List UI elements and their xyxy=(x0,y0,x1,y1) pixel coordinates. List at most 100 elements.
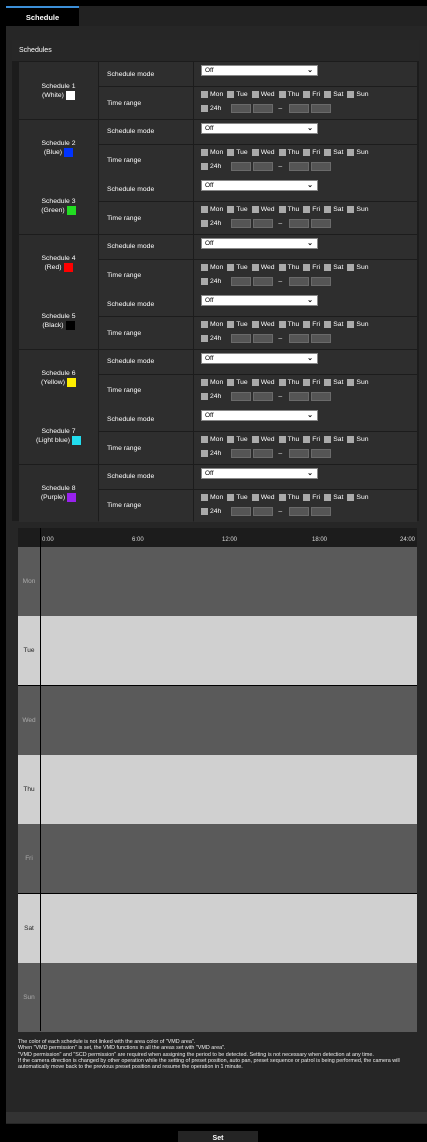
start-hour-select[interactable] xyxy=(231,219,252,228)
checkbox-icon[interactable] xyxy=(201,206,208,213)
24h-checkbox[interactable]: 24h xyxy=(201,220,221,227)
day-checkbox-mon[interactable]: Mon xyxy=(201,321,223,328)
schedule-mode-select[interactable]: Off ⌄ xyxy=(201,122,318,134)
end-hour-select[interactable] xyxy=(289,161,310,171)
24h-checkbox[interactable]: 24h xyxy=(201,392,221,400)
start-hour-select[interactable] xyxy=(231,334,252,343)
day-checkbox-tue[interactable]: Tue xyxy=(227,436,248,443)
day-checkbox-mon[interactable]: Mon xyxy=(201,436,223,443)
checkbox-icon[interactable] xyxy=(324,321,332,328)
day-checkbox-thu[interactable]: Thu xyxy=(278,493,299,501)
checkbox-icon[interactable] xyxy=(227,148,235,156)
day-checkbox-fri[interactable]: Fri xyxy=(303,148,320,156)
end-minute-select[interactable] xyxy=(311,104,332,113)
checkbox-icon[interactable] xyxy=(251,206,259,213)
checkbox-icon[interactable] xyxy=(324,148,332,156)
schedule-mode-select[interactable]: Off ⌄ xyxy=(201,295,318,306)
24h-checkbox[interactable]: 24h xyxy=(201,105,221,112)
checkbox-icon[interactable] xyxy=(201,450,208,457)
start-minute-select[interactable] xyxy=(253,276,274,286)
day-checkbox-sun[interactable]: Sun xyxy=(347,321,369,328)
end-minute-select[interactable] xyxy=(311,219,332,228)
checkbox-icon[interactable] xyxy=(201,335,208,342)
checkbox-icon[interactable] xyxy=(347,263,355,271)
day-checkbox-tue[interactable]: Tue xyxy=(227,206,248,213)
checkbox-icon[interactable] xyxy=(303,206,311,213)
day-checkbox-fri[interactable]: Fri xyxy=(303,91,320,98)
checkbox-icon[interactable] xyxy=(227,91,235,98)
day-checkbox-sat[interactable]: Sat xyxy=(324,321,343,328)
day-checkbox-fri[interactable]: Fri xyxy=(303,436,320,443)
day-checkbox-sat[interactable]: Sat xyxy=(324,91,343,98)
checkbox-icon[interactable] xyxy=(201,493,208,501)
checkbox-icon[interactable] xyxy=(278,148,286,156)
schedule-mode-select[interactable]: Off ⌄ xyxy=(201,237,318,249)
checkbox-icon[interactable] xyxy=(278,263,286,271)
checkbox-icon[interactable] xyxy=(303,148,311,156)
24h-checkbox[interactable]: 24h xyxy=(201,335,221,342)
end-minute-select[interactable] xyxy=(311,449,332,458)
end-hour-select[interactable] xyxy=(289,391,310,401)
checkbox-icon[interactable] xyxy=(278,378,286,386)
day-checkbox-sat[interactable]: Sat xyxy=(324,263,343,271)
checkbox-icon[interactable] xyxy=(324,378,332,386)
checkbox-icon[interactable] xyxy=(201,105,208,112)
start-hour-select[interactable] xyxy=(231,161,252,171)
checkbox-icon[interactable] xyxy=(324,206,332,213)
schedule-mode-select[interactable]: Off ⌄ xyxy=(201,410,318,421)
day-checkbox-fri[interactable]: Fri xyxy=(303,321,320,328)
day-checkbox-sat[interactable]: Sat xyxy=(324,206,343,213)
day-checkbox-wed[interactable]: Wed xyxy=(251,493,275,501)
day-checkbox-fri[interactable]: Fri xyxy=(303,493,320,501)
day-checkbox-wed[interactable]: Wed xyxy=(251,91,275,98)
checkbox-icon[interactable] xyxy=(251,493,259,501)
end-minute-select[interactable] xyxy=(311,276,332,286)
day-checkbox-wed[interactable]: Wed xyxy=(251,436,275,443)
checkbox-icon[interactable] xyxy=(201,507,208,515)
checkbox-icon[interactable] xyxy=(347,148,355,156)
day-checkbox-thu[interactable]: Thu xyxy=(278,148,299,156)
checkbox-icon[interactable] xyxy=(227,493,235,501)
tab-schedule[interactable]: Schedule xyxy=(6,6,79,26)
checkbox-icon[interactable] xyxy=(201,321,208,328)
day-checkbox-sun[interactable]: Sun xyxy=(347,436,369,443)
checkbox-icon[interactable] xyxy=(347,321,355,328)
start-hour-select[interactable] xyxy=(231,104,252,113)
day-checkbox-sat[interactable]: Sat xyxy=(324,493,343,501)
day-checkbox-thu[interactable]: Thu xyxy=(278,378,299,386)
end-hour-select[interactable] xyxy=(289,449,310,458)
day-checkbox-sun[interactable]: Sun xyxy=(347,91,369,98)
day-checkbox-wed[interactable]: Wed xyxy=(251,378,275,386)
start-minute-select[interactable] xyxy=(253,334,274,343)
end-minute-select[interactable] xyxy=(311,334,332,343)
checkbox-icon[interactable] xyxy=(303,436,311,443)
end-hour-select[interactable] xyxy=(289,334,310,343)
day-checkbox-sat[interactable]: Sat xyxy=(324,148,343,156)
checkbox-icon[interactable] xyxy=(201,220,208,227)
day-checkbox-sun[interactable]: Sun xyxy=(347,493,369,501)
checkbox-icon[interactable] xyxy=(347,493,355,501)
checkbox-icon[interactable] xyxy=(201,91,208,98)
day-checkbox-fri[interactable]: Fri xyxy=(303,206,320,213)
start-minute-select[interactable] xyxy=(253,161,274,171)
start-hour-select[interactable] xyxy=(231,276,252,286)
checkbox-icon[interactable] xyxy=(201,162,208,170)
day-checkbox-thu[interactable]: Thu xyxy=(278,263,299,271)
checkbox-icon[interactable] xyxy=(303,493,311,501)
checkbox-icon[interactable] xyxy=(201,277,208,285)
day-checkbox-tue[interactable]: Tue xyxy=(227,263,248,271)
schedule-mode-select[interactable]: Off ⌄ xyxy=(201,352,318,364)
end-minute-select[interactable] xyxy=(311,391,332,401)
checkbox-icon[interactable] xyxy=(303,91,311,98)
checkbox-icon[interactable] xyxy=(303,378,311,386)
day-checkbox-sun[interactable]: Sun xyxy=(347,263,369,271)
checkbox-icon[interactable] xyxy=(324,263,332,271)
end-hour-select[interactable] xyxy=(289,219,310,228)
schedule-mode-select[interactable]: Off ⌄ xyxy=(201,467,318,479)
day-checkbox-fri[interactable]: Fri xyxy=(303,378,320,386)
day-checkbox-wed[interactable]: Wed xyxy=(251,263,275,271)
day-checkbox-sat[interactable]: Sat xyxy=(324,378,343,386)
day-checkbox-wed[interactable]: Wed xyxy=(251,148,275,156)
end-hour-select[interactable] xyxy=(289,104,310,113)
checkbox-icon[interactable] xyxy=(251,148,259,156)
